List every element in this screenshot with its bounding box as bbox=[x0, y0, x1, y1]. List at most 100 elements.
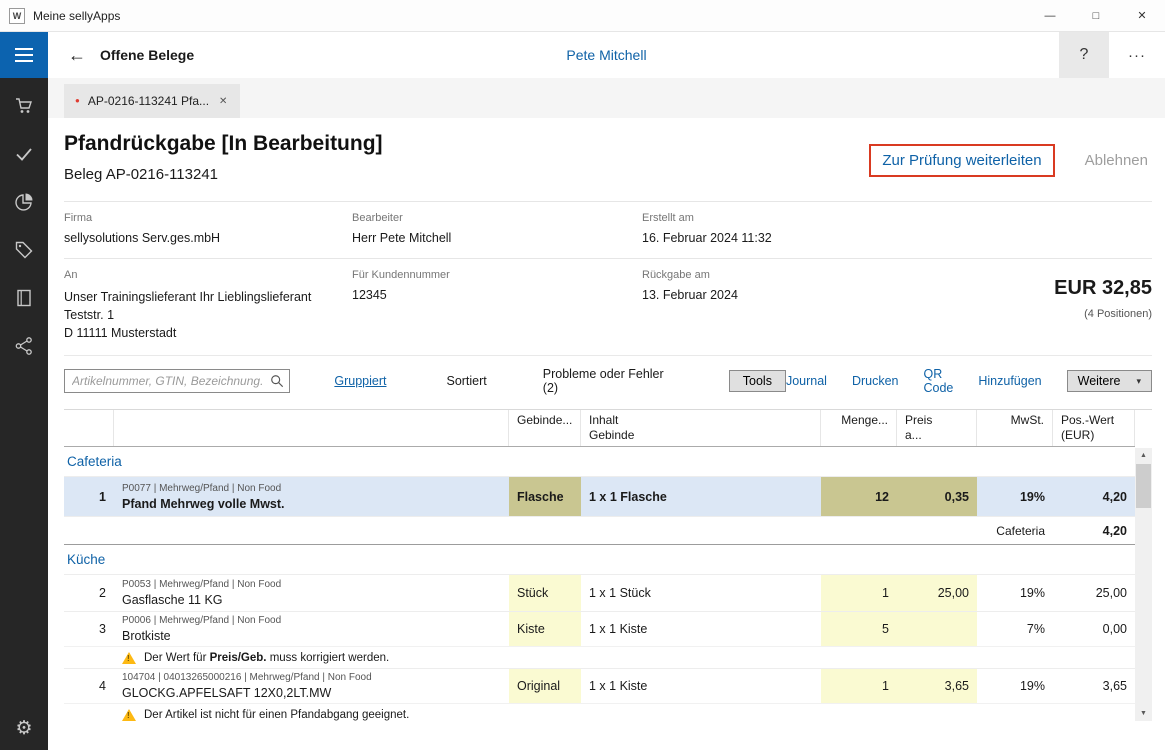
preis-edit-cell[interactable]: 25,00 bbox=[897, 575, 977, 611]
chevron-down-icon: ▾ bbox=[1136, 376, 1141, 387]
group-subtotal-row: Cafeteria 4,20 bbox=[64, 516, 1135, 545]
cart-icon bbox=[14, 96, 34, 116]
close-button[interactable]: ✕ bbox=[1119, 0, 1165, 32]
recipient-address: Unser Trainingslieferant Ihr Lieblingsli… bbox=[64, 288, 352, 342]
scrollbar-thumb[interactable] bbox=[1136, 464, 1151, 508]
article-cell: P0077 | Mehrweg/Pfand | Non Food Pfand M… bbox=[114, 477, 509, 516]
help-button[interactable]: ? bbox=[1059, 32, 1109, 78]
column-header-gebinde[interactable]: Gebinde... bbox=[509, 410, 581, 446]
tag-icon bbox=[14, 240, 34, 260]
help-icon: ? bbox=[1080, 46, 1089, 64]
app-area: ← Offene Belege Pete Mitchell ? ··· ● AP… bbox=[48, 32, 1165, 750]
group-header-kueche[interactable]: Küche bbox=[64, 545, 1135, 574]
main-content: Pfandrückgabe [In Bearbeitung] Beleg AP-… bbox=[48, 118, 1165, 750]
sidebar-item-journal[interactable] bbox=[14, 288, 34, 308]
gebinde-edit-cell[interactable]: Original bbox=[509, 669, 581, 703]
menge-edit-cell[interactable]: 1 bbox=[821, 575, 897, 611]
article-cell: P0053 | Mehrweg/Pfand | Non Food Gasflas… bbox=[114, 575, 509, 611]
more-icon: ··· bbox=[1128, 47, 1146, 64]
tab-document[interactable]: ● AP-0216-113241 Pfa... ✕ bbox=[64, 84, 240, 118]
column-header-preis[interactable]: Preisa... bbox=[897, 410, 977, 446]
an-label: An bbox=[64, 269, 352, 281]
column-header-pos-wert[interactable]: Pos.-Wert(EUR) bbox=[1053, 410, 1135, 446]
table-row[interactable]: 3 P0006 | Mehrweg/Pfand | Non Food Brotk… bbox=[64, 611, 1135, 646]
app-logo-icon: W bbox=[9, 8, 25, 24]
menge-edit-cell[interactable]: 12 bbox=[821, 477, 897, 516]
sidebar-item-share[interactable] bbox=[14, 336, 34, 356]
group-header-cafeteria[interactable]: Cafeteria bbox=[64, 447, 1135, 476]
tab-label: AP-0216-113241 Pfa... bbox=[88, 94, 209, 108]
search-icon[interactable] bbox=[270, 374, 284, 388]
sidebar-item-reports[interactable] bbox=[14, 192, 34, 212]
user-menu[interactable]: Pete Mitchell bbox=[566, 47, 646, 63]
document-number: Beleg AP-0216-113241 bbox=[64, 166, 869, 183]
warning-icon: ! bbox=[122, 652, 136, 664]
view-sorted-link[interactable]: Sortiert bbox=[446, 374, 486, 388]
column-header-inhalt[interactable]: InhaltGebinde bbox=[581, 410, 821, 446]
page-title: Offene Belege bbox=[100, 47, 194, 63]
settings-button[interactable]: ⚙ bbox=[0, 717, 48, 740]
gear-icon: ⚙ bbox=[15, 718, 32, 739]
hamburger-icon bbox=[15, 54, 33, 56]
book-icon bbox=[14, 288, 34, 308]
table-row[interactable]: 4 104704 | 04013265000216 | Mehrweg/Pfan… bbox=[64, 668, 1135, 703]
menge-edit-cell[interactable]: 1 bbox=[821, 669, 897, 703]
journal-link[interactable]: Journal bbox=[786, 374, 827, 388]
preis-edit-cell[interactable]: 0,35 bbox=[897, 477, 977, 516]
hamburger-menu-button[interactable] bbox=[0, 32, 48, 78]
window-title: Meine sellyApps bbox=[33, 9, 120, 23]
titlebar-left: W Meine sellyApps bbox=[0, 8, 1027, 24]
table-header-row: Gebinde... InhaltGebinde Menge... Preisa… bbox=[64, 410, 1135, 447]
preis-edit-cell[interactable] bbox=[897, 612, 977, 646]
sidebar-item-tasks[interactable] bbox=[14, 144, 34, 164]
table-scrollbar[interactable]: ▲ ▼ bbox=[1135, 448, 1152, 721]
add-link[interactable]: Hinzufügen bbox=[978, 374, 1041, 388]
positions-table: Gebinde... InhaltGebinde Menge... Preisa… bbox=[64, 409, 1152, 721]
view-grouped-link[interactable]: Gruppiert bbox=[334, 374, 386, 388]
more-button[interactable]: ··· bbox=[1109, 32, 1165, 78]
minimize-button[interactable]: — bbox=[1027, 0, 1073, 32]
forward-for-review-button[interactable]: Zur Prüfung weiterleiten bbox=[869, 144, 1054, 177]
problems-filter[interactable]: Probleme oder Fehler (2) bbox=[543, 367, 671, 395]
gebinde-edit-cell[interactable]: Stück bbox=[509, 575, 581, 611]
article-cell: P0006 | Mehrweg/Pfand | Non Food Brotkis… bbox=[114, 612, 509, 646]
maximize-button[interactable]: □ bbox=[1073, 0, 1119, 32]
row-warning: ! Der Artikel ist nicht für einen Pfanda… bbox=[64, 703, 1135, 721]
sidebar-item-labels[interactable] bbox=[14, 240, 34, 260]
share-icon bbox=[14, 336, 34, 356]
row-warning: ! Der Wert für Preis/Geb. muss korrigier… bbox=[64, 646, 1135, 668]
search-input[interactable] bbox=[64, 369, 290, 393]
app-header: ← Offene Belege Pete Mitchell ? ··· bbox=[48, 32, 1165, 78]
hamburger-icon bbox=[15, 60, 33, 62]
positions-toolbar: Gruppiert Sortiert Probleme oder Fehler … bbox=[64, 355, 1152, 395]
back-button[interactable]: ← bbox=[62, 45, 92, 66]
hamburger-icon bbox=[15, 48, 33, 50]
subtotal-value: 4,20 bbox=[1053, 517, 1135, 544]
qr-code-link[interactable]: QR Code bbox=[924, 367, 954, 395]
article-search bbox=[64, 369, 290, 393]
more-actions-button[interactable]: Weitere ▾ bbox=[1067, 370, 1152, 392]
scroll-down-icon[interactable]: ▼ bbox=[1135, 706, 1152, 721]
kundennummer-value: 12345 bbox=[352, 288, 642, 302]
column-header-number[interactable] bbox=[64, 410, 114, 446]
table-row[interactable]: 1 P0077 | Mehrweg/Pfand | Non Food Pfand… bbox=[64, 476, 1135, 516]
column-header-article[interactable] bbox=[114, 410, 509, 446]
window-controls: — □ ✕ bbox=[1027, 0, 1165, 32]
tools-button[interactable]: Tools bbox=[729, 370, 786, 392]
article-cell: 104704 | 04013265000216 | Mehrweg/Pfand … bbox=[114, 669, 509, 703]
gebinde-edit-cell[interactable]: Kiste bbox=[509, 612, 581, 646]
print-link[interactable]: Drucken bbox=[852, 374, 899, 388]
gebinde-edit-cell[interactable]: Flasche bbox=[509, 477, 581, 516]
subtotal-label: Cafeteria bbox=[977, 517, 1053, 544]
reject-button[interactable]: Ablehnen bbox=[1081, 146, 1152, 175]
column-header-menge[interactable]: Menge... bbox=[821, 410, 897, 446]
tab-close-icon[interactable]: ✕ bbox=[217, 94, 229, 109]
sidebar-item-cart[interactable] bbox=[14, 96, 34, 116]
column-header-mwst[interactable]: MwSt. bbox=[977, 410, 1053, 446]
preis-edit-cell[interactable]: 3,65 bbox=[897, 669, 977, 703]
menge-edit-cell[interactable]: 5 bbox=[821, 612, 897, 646]
bearbeiter-label: Bearbeiter bbox=[352, 212, 642, 224]
table-row[interactable]: 2 P0053 | Mehrweg/Pfand | Non Food Gasfl… bbox=[64, 574, 1135, 611]
scroll-up-icon[interactable]: ▲ bbox=[1135, 448, 1152, 463]
erstellt-value: 16. Februar 2024 11:32 bbox=[642, 231, 1152, 245]
